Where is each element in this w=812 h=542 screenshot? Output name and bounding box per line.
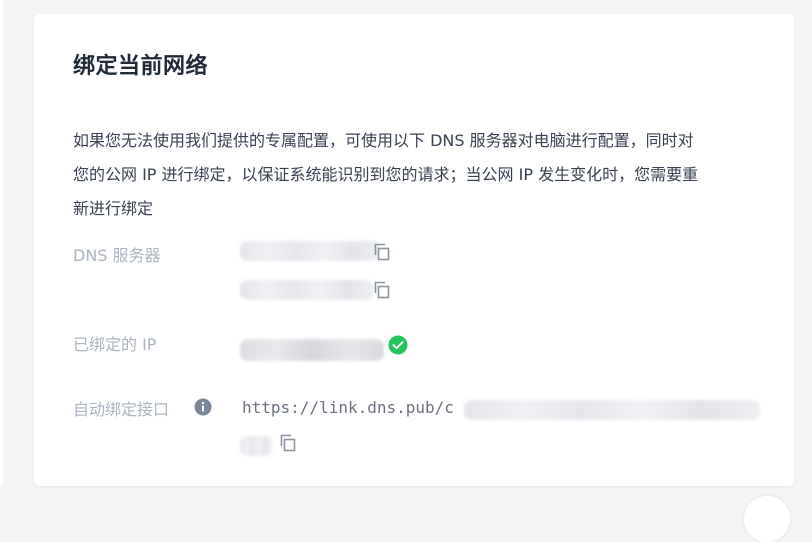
- dns-servers-label: DNS 服务器: [73, 246, 161, 265]
- left-panel-edge: [0, 0, 3, 486]
- dns-server-1-value: [240, 241, 380, 261]
- auto-bind-label: 自动绑定接口: [73, 400, 170, 419]
- floating-button-edge[interactable]: [744, 496, 790, 542]
- auto-bind-url-hidden-tail: [240, 436, 272, 456]
- bound-ip-label: 已绑定的 IP: [73, 335, 157, 354]
- description-line-3: 新进行绑定: [73, 199, 154, 218]
- description-line-2: 您的公网 IP 进行绑定，以保证系统能识别到您的请求；当公网 IP 发生变化时，…: [73, 165, 699, 184]
- copy-icon[interactable]: [280, 434, 296, 452]
- copy-icon[interactable]: [374, 243, 390, 261]
- description-line-1: 如果您无法使用我们提供的专属配置，可使用以下 DNS 服务器对电脑进行配置，同时…: [73, 131, 694, 150]
- auto-bind-url[interactable]: https://link.dns.pub/c: [242, 398, 454, 417]
- info-icon[interactable]: [194, 398, 212, 416]
- card-title: 绑定当前网络: [73, 54, 209, 79]
- card-description: 如果您无法使用我们提供的专属配置，可使用以下 DNS 服务器对电脑进行配置，同时…: [73, 124, 763, 226]
- bound-ip-value: [240, 339, 384, 361]
- auto-bind-url-hidden: [464, 400, 760, 420]
- check-circle-icon: [388, 335, 408, 355]
- dns-server-2-value: [240, 280, 374, 300]
- bind-network-card: 绑定当前网络 如果您无法使用我们提供的专属配置，可使用以下 DNS 服务器对电脑…: [34, 14, 794, 486]
- copy-icon[interactable]: [374, 281, 390, 299]
